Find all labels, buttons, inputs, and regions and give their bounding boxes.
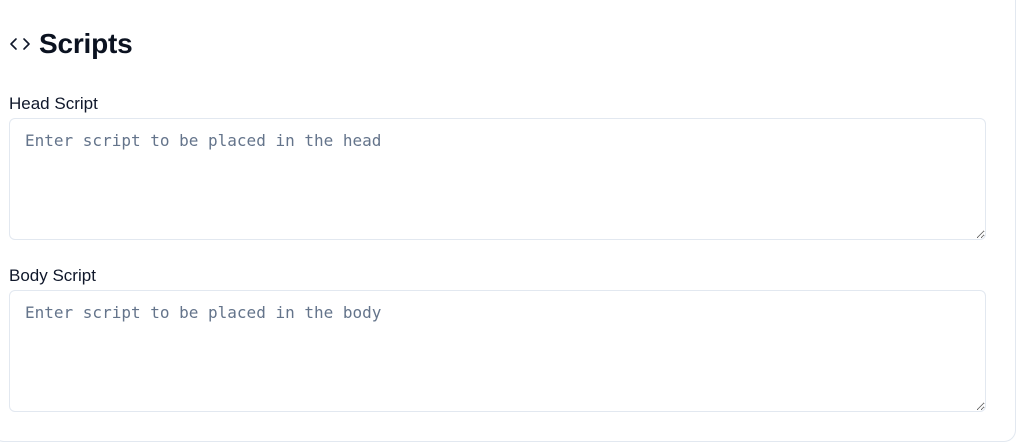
section-header: Scripts [9,26,133,62]
body-script-input[interactable] [9,290,986,412]
head-script-label: Head Script [9,94,98,113]
section-title: Scripts [39,28,133,59]
head-script-field-wrapper [9,118,986,240]
code-icon [9,36,31,52]
body-script-label: Body Script [9,266,96,285]
body-script-field-wrapper [9,290,986,412]
head-script-input[interactable] [9,118,986,240]
